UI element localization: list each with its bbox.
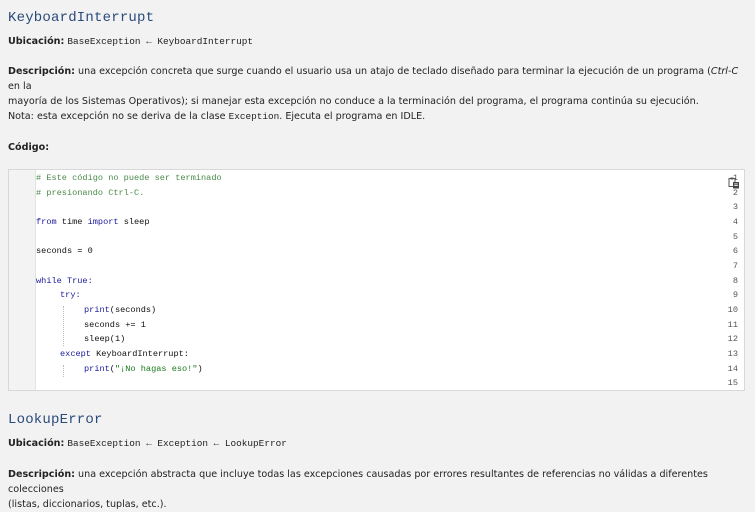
line-number: 5 [732,232,738,242]
description-text: una excepción concreta que surge cuando … [75,66,711,77]
line-number: 15 [727,378,738,388]
line-number: 3 [732,202,738,212]
copy-button[interactable] [728,174,740,189]
description-text: una excepción abstracta que incluye toda… [8,469,708,495]
code-line-6: seconds = 0 [36,246,93,256]
line-number: 6 [732,246,738,256]
indent-guide [63,306,64,346]
line-number: 12 [727,334,738,344]
description-text-line2: mayoría de los Sistemas Operativos); si … [8,96,699,107]
section-title-keyboardinterrupt: KeyboardInterrupt [8,10,155,26]
description-label: Descripción: [8,66,75,77]
indent-guide [63,365,64,377]
code-line-11: seconds += 1 [84,320,146,330]
code-line-14: print("¡No hagas eso!") [84,364,203,374]
description-paragraph: Descripción: una excepción abstracta que… [8,467,745,512]
location-label: Ubicación: [8,438,65,449]
description-label: Descripción: [8,469,75,480]
location-value: BaseException ← Exception ← LookupError [67,438,287,449]
description-text-end: en la [8,81,32,92]
page: KeyboardInterrupt Ubicación: BaseExcepti… [0,0,755,512]
code-block[interactable]: 1 2 3 4 5 6 7 8 9 10 11 12 13 14 15 # Es… [8,169,745,391]
copy-icon [728,177,739,189]
line-number: 8 [732,276,738,286]
note-text: Nota: esta excepción no se deriva de la … [8,111,229,122]
line-number: 10 [727,305,738,315]
code-line-10: print(seconds) [84,305,157,315]
line-number: 11 [727,320,738,330]
line-number: 4 [732,217,738,227]
line-number: 2 [732,188,738,198]
location-line: Ubicación: BaseException ← Exception ← L… [8,436,745,451]
code-line-12: sleep(1) [84,334,126,344]
line-number: 9 [732,290,738,300]
location-line: Ubicación: BaseException ← KeyboardInter… [8,34,745,49]
line-number: 14 [727,364,738,374]
section-title-lookuperror: LookupError [8,412,103,428]
note-text-end: . Ejecuta el programa en IDLE. [279,111,426,122]
code-line-13: except KeyboardInterrupt: [60,349,189,359]
code-line-8: while True: [36,276,93,286]
description-text-line2: (listas, diccionarios, tuplas, etc.). [8,499,167,510]
code-line-2: # presionando Ctrl-C. [36,188,145,198]
code-label: Código: [8,142,50,153]
description-paragraph: Descripción: una excepción concreta que … [8,64,745,109]
code-line-9: try: [60,290,81,300]
note-paragraph: Nota: esta excepción no se deriva de la … [8,109,745,124]
code-line-1: # Este código no puede ser terminado [36,173,222,183]
location-label: Ubicación: [8,36,65,47]
line-number-gutter [9,170,36,390]
line-number: 13 [727,349,738,359]
location-value: BaseException ← KeyboardInterrupt [67,36,254,47]
line-number: 7 [732,261,738,271]
description-shortcut: Ctrl-C [710,66,739,77]
code-line-4: from time import sleep [36,217,150,227]
note-code: Exception [228,111,280,122]
